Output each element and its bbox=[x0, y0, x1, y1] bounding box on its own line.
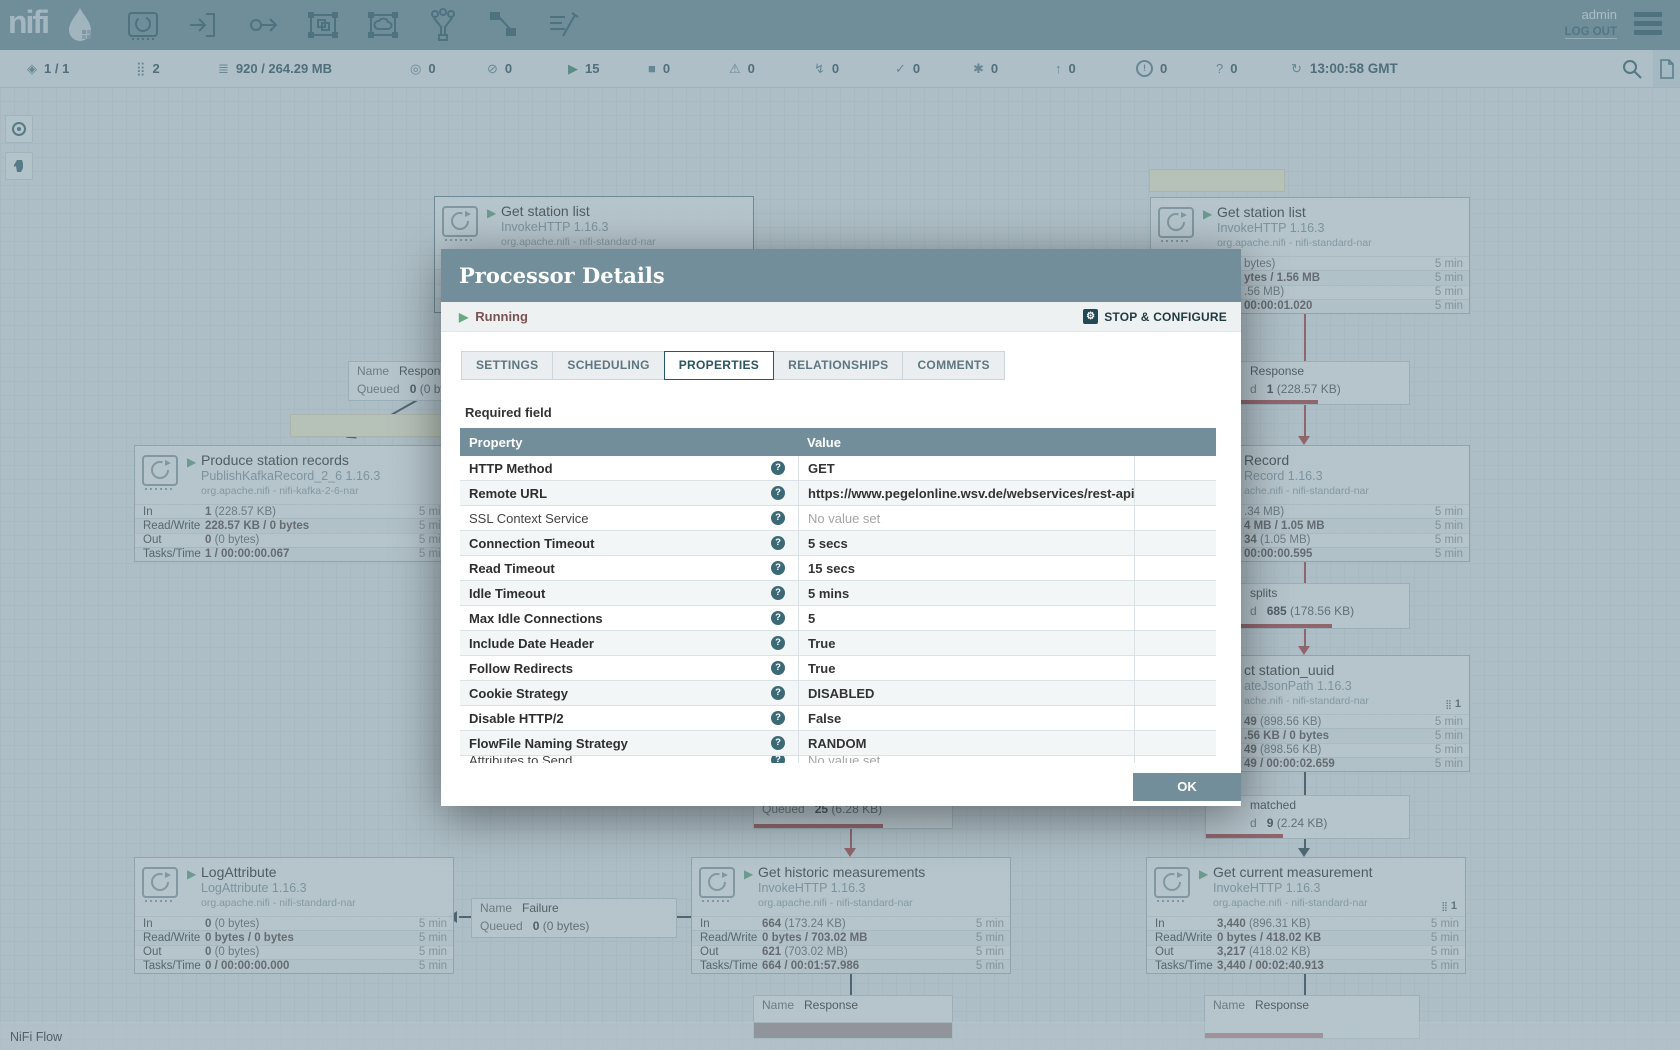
property-row: Include Date Header ? True bbox=[460, 631, 1216, 656]
property-name: Max Idle Connections bbox=[469, 611, 603, 626]
property-row: SSL Context Service ? No value set bbox=[460, 506, 1216, 531]
help-icon[interactable]: ? bbox=[771, 586, 785, 600]
property-value: DISABLED bbox=[798, 681, 1135, 705]
property-name: Idle Timeout bbox=[469, 586, 545, 601]
help-icon[interactable]: ? bbox=[771, 686, 785, 700]
property-row: Max Idle Connections ? 5 bbox=[460, 606, 1216, 631]
property-value: 5 bbox=[798, 606, 1135, 630]
stop-and-configure-button[interactable]: ⚙STOP & CONFIGURE bbox=[1083, 309, 1227, 324]
nifi-app: ▶ Get station list InvokeHTTP 1.16.3 org… bbox=[0, 0, 1680, 1050]
property-value: 15 secs bbox=[798, 556, 1135, 580]
tab-properties[interactable]: PROPERTIES bbox=[664, 351, 774, 380]
property-name: Include Date Header bbox=[469, 636, 594, 651]
tab-scheduling[interactable]: SCHEDULING bbox=[552, 351, 664, 380]
property-value: True bbox=[798, 631, 1135, 655]
property-row: Cookie Strategy ? DISABLED bbox=[460, 681, 1216, 706]
property-row: Disable HTTP/2 ? False bbox=[460, 706, 1216, 731]
dialog-title: Processor Details bbox=[459, 263, 665, 288]
property-name: Follow Redirects bbox=[469, 661, 573, 676]
property-row: Remote URL ? https://www.pegelonline.wsv… bbox=[460, 481, 1216, 506]
property-row: FlowFile Naming Strategy ? RANDOM bbox=[460, 731, 1216, 756]
help-icon[interactable]: ? bbox=[771, 736, 785, 750]
properties-table: Property Value HTTP Method ? GET bbox=[460, 428, 1216, 763]
ok-button[interactable]: OK bbox=[1133, 773, 1241, 801]
property-value: GET bbox=[798, 456, 1135, 480]
property-row: Read Timeout ? 15 secs bbox=[460, 556, 1216, 581]
property-value: True bbox=[798, 656, 1135, 680]
help-icon[interactable]: ? bbox=[771, 511, 785, 525]
property-value: 5 mins bbox=[798, 581, 1135, 605]
processor-details-dialog: Processor Details ▶Running ⚙STOP & CONFI… bbox=[441, 249, 1241, 806]
property-name: Connection Timeout bbox=[469, 536, 594, 551]
help-icon[interactable]: ? bbox=[771, 611, 785, 625]
help-icon[interactable]: ? bbox=[771, 461, 785, 475]
tab-comments[interactable]: COMMENTS bbox=[902, 351, 1004, 380]
property-name: Read Timeout bbox=[469, 561, 555, 576]
property-value: False bbox=[798, 706, 1135, 730]
stop-configure-icon: ⚙ bbox=[1083, 309, 1098, 324]
dialog-status-row: ▶Running ⚙STOP & CONFIGURE bbox=[441, 302, 1241, 332]
property-column-header: Property bbox=[460, 435, 798, 450]
help-icon[interactable]: ? bbox=[771, 756, 785, 763]
property-value: No value set bbox=[798, 756, 1135, 763]
property-row: Connection Timeout ? 5 secs bbox=[460, 531, 1216, 556]
value-column-header: Value bbox=[798, 435, 1135, 450]
property-row: Attributes to Send ? No value set bbox=[460, 756, 1216, 763]
help-icon[interactable]: ? bbox=[771, 486, 785, 500]
help-icon[interactable]: ? bbox=[771, 711, 785, 725]
property-name: HTTP Method bbox=[469, 461, 553, 476]
property-row: Follow Redirects ? True bbox=[460, 656, 1216, 681]
help-icon[interactable]: ? bbox=[771, 536, 785, 550]
property-name: Attributes to Send bbox=[469, 756, 572, 763]
property-name: SSL Context Service bbox=[469, 511, 588, 526]
property-row: HTTP Method ? GET bbox=[460, 456, 1216, 481]
tab-settings[interactable]: SETTINGS bbox=[461, 351, 553, 380]
help-icon[interactable]: ? bbox=[771, 661, 785, 675]
dialog-header: Processor Details bbox=[441, 249, 1241, 302]
table-header: Property Value bbox=[460, 428, 1216, 456]
help-icon[interactable]: ? bbox=[771, 636, 785, 650]
property-name: Disable HTTP/2 bbox=[469, 711, 564, 726]
property-value: https://www.pegelonline.wsv.de/webservic… bbox=[798, 481, 1135, 505]
dialog-tabs: SETTINGSSCHEDULINGPROPERTIESRELATIONSHIP… bbox=[461, 351, 1004, 380]
required-field-note: Required field bbox=[465, 405, 552, 420]
property-row: Idle Timeout ? 5 mins bbox=[460, 581, 1216, 606]
property-name: Remote URL bbox=[469, 486, 547, 501]
property-value: 5 secs bbox=[798, 531, 1135, 555]
property-name: FlowFile Naming Strategy bbox=[469, 736, 628, 751]
tab-relationships[interactable]: RELATIONSHIPS bbox=[773, 351, 903, 380]
property-value: No value set bbox=[798, 506, 1135, 530]
help-icon[interactable]: ? bbox=[771, 561, 785, 575]
run-status: ▶Running bbox=[459, 309, 528, 324]
property-value: RANDOM bbox=[798, 731, 1135, 755]
property-name: Cookie Strategy bbox=[469, 686, 568, 701]
running-icon: ▶ bbox=[459, 310, 468, 324]
